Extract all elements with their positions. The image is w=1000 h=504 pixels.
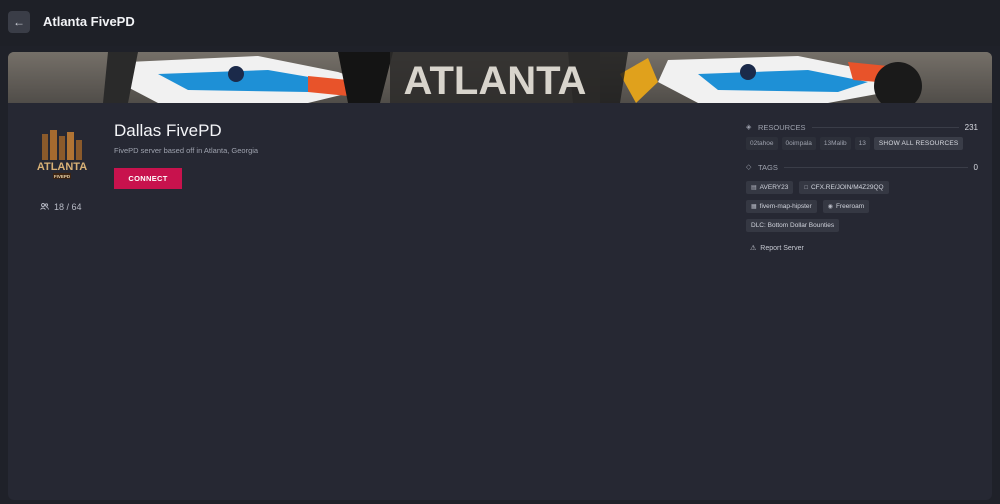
layers-icon: ◈ xyxy=(746,124,752,131)
map-icon: ▦ xyxy=(751,204,757,210)
back-button[interactable]: ← xyxy=(8,11,30,33)
resource-item[interactable]: 02tahoe xyxy=(746,137,778,150)
users-icon xyxy=(40,202,49,212)
report-server-label: Report Server xyxy=(760,244,804,252)
divider xyxy=(783,166,968,168)
arrow-left-icon: ← xyxy=(13,15,25,29)
car-icon: ◉ xyxy=(827,204,833,210)
report-server-link[interactable]: ⚠ Report Server xyxy=(750,244,978,253)
server-icon: ▤ xyxy=(751,185,757,191)
tags-label: TAGS xyxy=(758,162,778,172)
warning-icon: ⚠ xyxy=(750,245,757,252)
tag-label: AVERY23 xyxy=(759,184,789,191)
server-banner: ATLANTA xyxy=(8,52,992,103)
resources-header: ◈ RESOURCES 231 xyxy=(746,122,978,132)
connect-button[interactable]: CONNECT xyxy=(114,168,182,189)
logo-text: ATLANTA xyxy=(37,161,87,173)
tag-label: DLC: Bottom Dollar Bounties xyxy=(751,222,835,229)
player-count: 18 / 64 xyxy=(40,202,82,212)
tag-label: fivem-map-hipster xyxy=(759,203,812,210)
tag-row: DLC: Bottom Dollar Bounties xyxy=(746,219,978,232)
tag-item[interactable]: ▤ AVERY23 xyxy=(746,181,794,194)
divider xyxy=(811,126,959,128)
show-all-resources-button[interactable]: SHOW ALL RESOURCES xyxy=(873,137,964,150)
server-description: FivePD server based off in Atlanta, Geor… xyxy=(114,146,259,155)
banner-image: ATLANTA xyxy=(8,52,992,103)
tags-header: ◇ TAGS 0 xyxy=(746,162,978,172)
resource-item[interactable]: 13Malib xyxy=(819,137,851,150)
server-logo: ATLANTA FIVEPD xyxy=(32,128,92,188)
tag-row: ▤ AVERY23 □ CFX.RE/JOIN/M4Z29QQ xyxy=(746,181,978,194)
top-bar: ← Atlanta FivePD xyxy=(0,0,1000,46)
tag-label: Freeroam xyxy=(835,203,865,210)
resources-count: 231 xyxy=(964,122,978,132)
tag-item[interactable]: ◉ Freeroam xyxy=(822,200,870,213)
tag-item[interactable]: DLC: Bottom Dollar Bounties xyxy=(746,219,840,232)
tag-item[interactable]: ▦ fivem-map-hipster xyxy=(746,200,817,213)
tag-label: CFX.RE/JOIN/M4Z29QQ xyxy=(810,184,884,191)
tags-count: 0 xyxy=(973,162,978,172)
server-title: Dallas FivePD xyxy=(114,121,222,140)
link-icon: □ xyxy=(804,184,808,191)
resource-item[interactable]: 0oimpala xyxy=(781,137,816,150)
tag-icon: ◇ xyxy=(746,164,752,171)
resource-item[interactable]: 13 xyxy=(854,137,870,150)
tag-row: ▦ fivem-map-hipster ◉ Freeroam xyxy=(746,200,978,213)
resources-label: RESOURCES xyxy=(758,122,806,132)
resources-list: 02tahoe 0oimpala 13Malib 13 SHOW ALL RES… xyxy=(746,137,978,150)
server-card: ATLANTA ATLANTA FIVEPD 18 / 64 Dallas Fi… xyxy=(8,52,992,500)
banner-text: ATLANTA xyxy=(404,59,587,103)
logo-subtext: FIVEPD xyxy=(54,174,71,179)
server-sidebar: ◈ RESOURCES 231 02tahoe 0oimpala 13Malib… xyxy=(746,122,978,252)
tag-item[interactable]: □ CFX.RE/JOIN/M4Z29QQ xyxy=(799,181,889,194)
page-title: Atlanta FivePD xyxy=(43,14,135,29)
player-count-text: 18 / 64 xyxy=(54,202,82,212)
